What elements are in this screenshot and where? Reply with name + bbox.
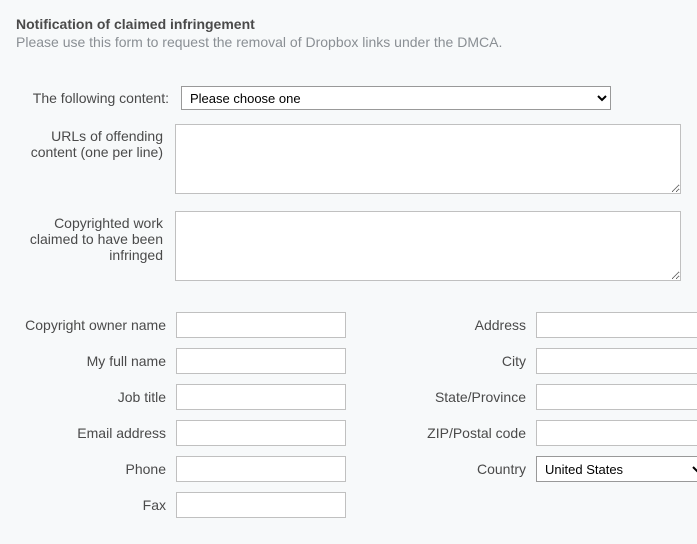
owner-name-input[interactable] — [176, 312, 346, 338]
copyrighted-work-label: Copyrighted work claimed to have been in… — [16, 211, 175, 263]
address-label: Address — [376, 317, 536, 333]
job-title-input[interactable] — [176, 384, 346, 410]
page-subtitle: Please use this form to request the remo… — [16, 34, 681, 50]
fax-label: Fax — [16, 497, 176, 513]
fax-input[interactable] — [176, 492, 346, 518]
urls-label: URLs of offending content (one per line) — [16, 124, 175, 160]
phone-label: Phone — [16, 461, 176, 477]
city-label: City — [376, 353, 536, 369]
zip-label: ZIP/Postal code — [376, 425, 536, 441]
urls-textarea[interactable] — [175, 124, 681, 194]
city-input[interactable] — [536, 348, 697, 374]
full-name-label: My full name — [16, 353, 176, 369]
zip-input[interactable] — [536, 420, 697, 446]
full-name-input[interactable] — [176, 348, 346, 374]
copyrighted-work-textarea[interactable] — [175, 211, 681, 281]
following-content-label: The following content: — [16, 86, 181, 106]
following-content-select[interactable]: Please choose one — [181, 86, 611, 110]
email-label: Email address — [16, 425, 176, 441]
address-input[interactable] — [536, 312, 697, 338]
country-select[interactable]: United States — [536, 456, 697, 482]
country-label: Country — [376, 461, 536, 477]
email-input[interactable] — [176, 420, 346, 446]
owner-name-label: Copyright owner name — [16, 317, 176, 333]
state-input[interactable] — [536, 384, 697, 410]
phone-input[interactable] — [176, 456, 346, 482]
job-title-label: Job title — [16, 389, 176, 405]
state-label: State/Province — [376, 389, 536, 405]
page-title: Notification of claimed infringement — [16, 16, 681, 32]
